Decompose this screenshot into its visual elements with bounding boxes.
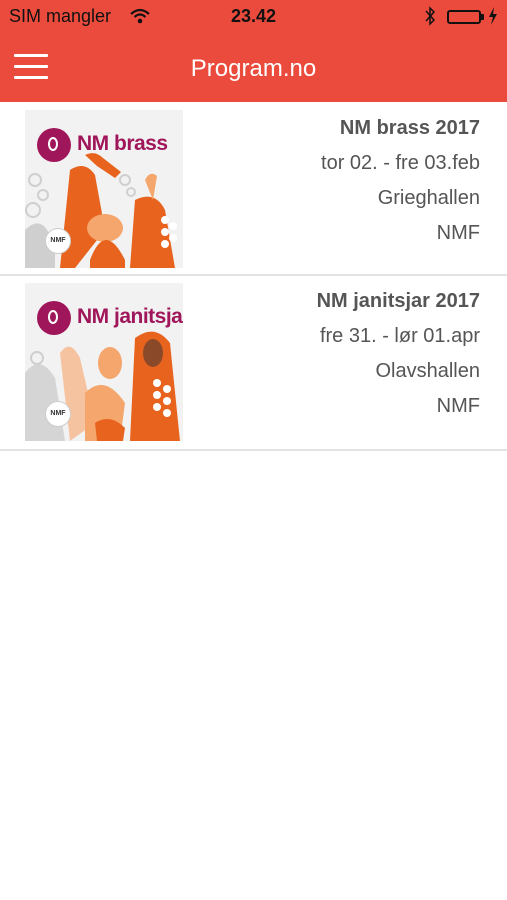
event-title: NM brass 2017 [339,117,480,139]
event-dates: tor 02. - fre 03.feb [321,152,480,174]
nmf-badge: NMF [45,228,71,254]
event-title: NM janitsjar 2017 [316,290,480,312]
page-title: Program.no [190,55,317,82]
battery-nub [481,14,484,20]
event-venue: Grieghallen [377,187,480,209]
navigation-bar: Program.no [0,34,507,102]
event-venue: Olavshallen [375,360,480,382]
event-list-item[interactable]: NM janitsjar NMF NM janitsjar 2017 fre 3… [0,277,507,451]
logo-mark [37,301,71,335]
event-list-item[interactable]: NM brass NMF NM brass 2017 tor 02. - fre… [0,102,507,276]
event-organizer: NMF [436,222,480,244]
nmf-badge: NMF [45,401,71,427]
event-thumbnail: NM janitsjar NMF [25,283,183,441]
status-bar: SIM mangler 23.42 [0,0,507,34]
event-logo-text: NM janitsjar [77,305,183,328]
battery-icon [447,10,481,24]
event-logo-text: NM brass [77,132,168,155]
bluetooth-icon [424,6,436,31]
event-dates: fre 31. - lør 01.apr [319,325,480,347]
event-organizer: NMF [436,395,480,417]
event-info: NM brass 2017 tor 02. - fre 03.feb Grieg… [321,116,480,256]
charging-icon [488,7,498,30]
event-info: NM janitsjar 2017 fre 31. - lør 01.apr O… [317,289,480,429]
event-thumbnail: NM brass NMF [25,110,183,268]
logo-mark [37,128,71,162]
